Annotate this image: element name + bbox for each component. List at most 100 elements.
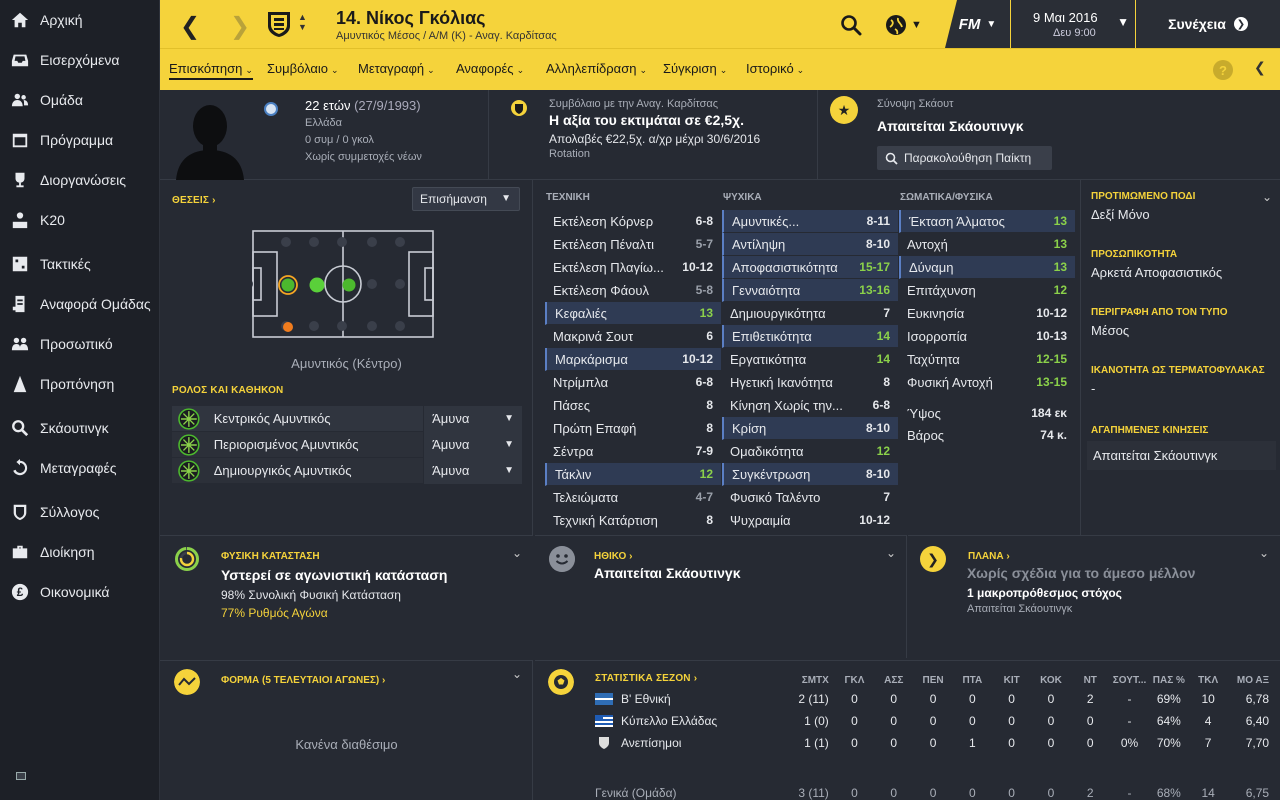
forward-arrow-icon[interactable]: ❯	[230, 12, 250, 41]
stats-column-header[interactable]: ΚΟΚ	[1031, 675, 1070, 686]
attribute-row[interactable]: Κεφαλιές 13	[545, 302, 721, 325]
stats-column-header[interactable]: ΑΣΣ	[874, 675, 913, 686]
globe-menu[interactable]: ▼	[885, 14, 925, 36]
attribute-row[interactable]: Ομαδικότητα 12	[722, 440, 898, 463]
attribute-row[interactable]: Αποφασιστικότητα 15-17	[722, 256, 898, 279]
sidebar-item[interactable]: Προπόνηση	[0, 364, 159, 404]
attribute-row[interactable]: Ντρίμπλα 6-8	[545, 371, 721, 394]
attribute-row[interactable]: Ηγετική Ικανότητα 8	[722, 371, 898, 394]
attribute-row[interactable]: Τελειώματα 4-7	[545, 486, 721, 509]
chevron-down-icon[interactable]: ⌄	[1259, 546, 1269, 560]
sidebar-item[interactable]: Μεταγραφές	[0, 448, 159, 488]
attribute-row[interactable]: Δημιουργικότητα 7	[722, 302, 898, 325]
stats-column-header[interactable]: ΜΟ ΑΞ	[1228, 675, 1275, 686]
tab[interactable]: Σύγκριση ⌄	[663, 61, 727, 76]
attribute-row[interactable]: Ευκινησία 10-12	[899, 302, 1075, 325]
morale-heading[interactable]: ΗΘΙΚΟ ›	[594, 551, 632, 562]
positions-heading[interactable]: ΘΕΣΕΙΣ ›	[172, 195, 216, 206]
attribute-row[interactable]: Αντίληψη 8-10	[722, 233, 898, 256]
attribute-row[interactable]: Πάσες 8	[545, 394, 721, 417]
stats-column-header[interactable]: ΣΟΥΤ...	[1110, 675, 1149, 686]
chevron-down-icon[interactable]: ⌄	[512, 667, 522, 681]
attribute-row[interactable]: Μαρκάρισμα 10-12	[545, 348, 721, 371]
stats-row[interactable]: Β' Εθνική 2 (11) 0 0 0 0 0 0 2 - 69% 10 6,78	[595, 688, 1275, 710]
tab[interactable]: Μεταγραφή ⌄	[358, 61, 435, 76]
attribute-row[interactable]: Επιτάχυνση 12	[899, 279, 1075, 302]
attribute-row[interactable]: Επιθετικότητα 14	[722, 325, 898, 348]
track-player-button[interactable]: Παρακολούθηση Παίκτη	[877, 146, 1052, 170]
attribute-row[interactable]: Κρίση 8-10	[722, 417, 898, 440]
attribute-row[interactable]: Γενναιότητα 13-16	[722, 279, 898, 302]
stats-column-header[interactable]: ΚΙΤ	[992, 675, 1031, 686]
sidebar-item[interactable]: Διοργανώσεις	[0, 160, 159, 200]
duty-select[interactable]: Άμυνα ▼	[423, 457, 522, 484]
attribute-row[interactable]: Σέντρα 7-9	[545, 440, 721, 463]
role-row[interactable]: Κεντρικός Αμυντικός Άμυνα ▼	[172, 405, 522, 432]
tab[interactable]: Συμβόλαιο ⌄	[267, 61, 339, 76]
search-icon[interactable]	[840, 14, 862, 36]
attribute-row[interactable]: Εκτέλεση Πλαγίω... 10-12	[545, 256, 721, 279]
fm-menu-button[interactable]: FM ▼	[945, 0, 1010, 48]
sidebar-item[interactable]: Σκάουτινγκ	[0, 408, 159, 448]
back-arrow-icon[interactable]: ❮	[180, 12, 200, 41]
stats-column-header[interactable]: ΝΤ	[1071, 675, 1110, 686]
tab[interactable]: Αλληλεπίδραση ⌄	[546, 61, 647, 76]
attribute-row[interactable]: Φυσικό Ταλέντο 7	[722, 486, 898, 509]
attribute-row[interactable]: Έκταση Άλματος 13	[899, 210, 1075, 233]
sidebar-item[interactable]: Ομάδα	[0, 80, 159, 120]
attribute-row[interactable]: Αντοχή 13	[899, 233, 1075, 256]
date-display[interactable]: 9 Μαι 2016 Δευ 9:00 ▼	[1011, 0, 1135, 48]
sidebar-item[interactable]: Σύλλογος	[0, 492, 159, 532]
sidebar-item[interactable]: £ Οικονομικά	[0, 572, 159, 612]
attribute-row[interactable]: Εργατικότητα 14	[722, 348, 898, 371]
chevron-down-icon[interactable]: ⌄	[886, 546, 896, 560]
tab[interactable]: Αναφορές ⌄	[456, 61, 524, 76]
form-heading[interactable]: ΦΟΡΜΑ (5 ΤΕΛΕΥΤΑΙΟΙ ΑΓΩΝΕΣ) ›	[221, 675, 385, 686]
tab[interactable]: Επισκόπηση ⌄	[169, 61, 253, 80]
sidebar-item[interactable]: Εισερχόμενα	[0, 40, 159, 80]
help-icon[interactable]: ?	[1213, 60, 1233, 80]
duty-select[interactable]: Άμυνα ▼	[423, 405, 522, 432]
attribute-row[interactable]: Εκτέλεση Κόρνερ 6-8	[545, 210, 721, 233]
sidebar-item[interactable]: Αναφορά Ομάδας	[0, 284, 159, 324]
attribute-row[interactable]: Συγκέντρωση 8-10	[722, 463, 898, 486]
club-badge-icon[interactable]	[266, 10, 292, 38]
plans-heading[interactable]: ΠΛΑΝΑ ›	[968, 551, 1010, 562]
attribute-row[interactable]: Τεχνική Κατάρτιση 8	[545, 509, 721, 532]
sidebar-item[interactable]: Πρόγραμμα	[0, 120, 159, 160]
stats-column-header[interactable]: ΣΜΤΧ	[788, 675, 835, 686]
attribute-row[interactable]: Κίνηση Χωρίς την... 6-8	[722, 394, 898, 417]
attribute-row[interactable]: Ισορροπία 10-13	[899, 325, 1075, 348]
continue-button[interactable]: Συνέχεια ❯	[1136, 0, 1280, 48]
role-row[interactable]: Περιορισμένος Αμυντικός Άμυνα ▼	[172, 431, 522, 458]
stats-column-header[interactable]: ΠΕΝ	[913, 675, 952, 686]
attribute-row[interactable]: Ψυχραιμία 10-12	[722, 509, 898, 532]
collapse-chevron-icon[interactable]: ❮	[1254, 59, 1266, 76]
sidebar-item[interactable]: Κ20	[0, 200, 159, 240]
stats-row[interactable]: Κύπελλο Ελλάδας 1 (0) 0 0 0 0 0 0 0 - 64% 4 6,40	[595, 710, 1275, 732]
role-row[interactable]: Δημιουργικός Αμυντικός Άμυνα ▼	[172, 457, 522, 484]
duty-select[interactable]: Άμυνα ▼	[423, 431, 522, 458]
stats-column-header[interactable]: ΠΤΑ	[953, 675, 992, 686]
sidebar-item[interactable]: Προσωπικό	[0, 324, 159, 364]
stats-column-header[interactable]: ΠΑΣ %	[1149, 675, 1188, 686]
sidebar-item[interactable]: Αρχική	[0, 0, 159, 40]
chevron-down-icon[interactable]: ⌄	[512, 546, 522, 560]
attribute-row[interactable]: Εκτέλεση Πέναλτι 5-7	[545, 233, 721, 256]
tab[interactable]: Ιστορικό ⌄	[746, 61, 804, 76]
highlight-select[interactable]: Επισήμανση ▼	[412, 187, 520, 211]
stats-row[interactable]: Ανεπίσημοι 1 (1) 0 0 0 1 0 0 0 0% 70% 7 7,70	[595, 732, 1275, 754]
attribute-row[interactable]: Αμυντικές... 8-11	[722, 210, 898, 233]
attribute-row[interactable]: Ταχύτητα 12-15	[899, 348, 1075, 371]
stats-column-header[interactable]: ΓΚΛ	[835, 675, 874, 686]
stats-row[interactable]: Γενικά (Ομάδα) 3 (11) 0 0 0 0 0 0 2 - 68% 14 6,75	[595, 782, 1275, 800]
attribute-row[interactable]: Δύναμη 13	[899, 256, 1075, 279]
sidebar-item[interactable]: Τακτικές	[0, 244, 159, 284]
attribute-row[interactable]: Φυσική Αντοχή 13-15	[899, 371, 1075, 394]
attribute-row[interactable]: Μακρινά Σουτ 6	[545, 325, 721, 348]
club-switch-chevron-icon[interactable]: ▲ ▼	[298, 12, 307, 32]
attribute-row[interactable]: Τάκλιν 12	[545, 463, 721, 486]
stats-column-header[interactable]: ΤΚΛ	[1188, 675, 1227, 686]
attribute-row[interactable]: Πρώτη Επαφή 8	[545, 417, 721, 440]
sidebar-item[interactable]: Διοίκηση	[0, 532, 159, 572]
